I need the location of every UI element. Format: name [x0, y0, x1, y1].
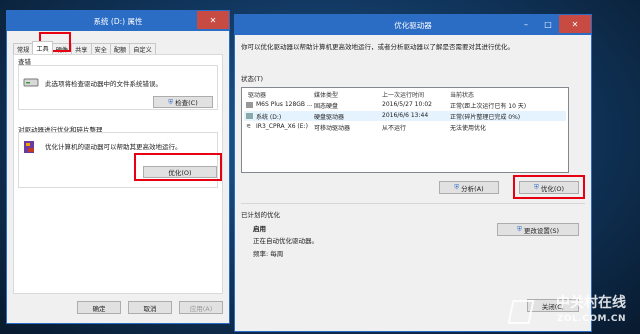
- col-last-run[interactable]: 上一次运行时间: [382, 90, 424, 99]
- tab-quota[interactable]: 配额: [109, 43, 131, 54]
- status-label: 状态(T): [241, 75, 264, 83]
- check-group: 此选项将检查驱动器中的文件系统错误。 ⛨ 检查(C): [18, 65, 218, 110]
- scheduled-frequency: 频率: 每周: [253, 250, 284, 258]
- properties-titlebar: 系统 (D:) 属性 ✕: [7, 11, 229, 31]
- ok-button[interactable]: 确定: [77, 301, 121, 314]
- watermark-brand: 中关村在线: [556, 295, 626, 311]
- scheduled-description: 正在自动优化驱动器。: [253, 237, 318, 245]
- ssd-icon: [246, 102, 253, 108]
- table-row[interactable]: 系统 (D:) 硬盘驱动器 2016/6/6 13:44 正常(碎片整理已完成 …: [244, 111, 566, 121]
- optimize-description: 优化计算机的驱动器可以帮助其更高效地运行。: [45, 143, 182, 151]
- analyze-button-label: 分析(A): [461, 184, 484, 193]
- drive-status: 无法使用优化: [450, 125, 487, 132]
- watermark-site: ZOL.COM.CN: [556, 314, 626, 324]
- check-button-label: 检查(C): [175, 99, 198, 107]
- cancel-button[interactable]: 取消: [128, 301, 172, 314]
- apply-button[interactable]: 应用(A): [179, 301, 223, 314]
- drive-name: M6S Plus 128GB ...: [256, 101, 313, 108]
- hdd-icon: [246, 113, 253, 119]
- check-description: 此选项将检查驱动器中的文件系统错误。: [45, 80, 162, 88]
- analyze-button[interactable]: ⛨ 分析(A): [439, 181, 499, 194]
- zol-logo: [507, 300, 535, 324]
- drive-icon: [23, 78, 39, 87]
- optimize-button-highlight: [134, 153, 222, 181]
- tab-customize[interactable]: 自定义: [129, 43, 156, 54]
- drive-table: 驱动器 媒体类型 上一次运行时间 当前状态 M6S Plus 128GB ...…: [241, 87, 569, 173]
- watermark: 中关村在线 ZOL.COM.CN: [476, 284, 626, 324]
- properties-title: 系统 (D:) 属性: [93, 16, 143, 26]
- change-settings-button[interactable]: ⛨ 更改设置(S): [497, 223, 579, 236]
- tab-general[interactable]: 常规: [13, 43, 34, 54]
- tab-security[interactable]: 安全: [90, 43, 111, 54]
- drive-name: IR3_CPRA_X6 (E:): [256, 123, 308, 130]
- col-status[interactable]: 当前状态: [450, 90, 474, 99]
- optimize-drive-button-highlight: [513, 175, 585, 199]
- change-settings-label: 更改设置(S): [523, 226, 560, 235]
- tools-panel: 查错 此选项将检查驱动器中的文件系统错误。 ⛨ 检查(C) 对驱动器进行优化和碎…: [13, 54, 223, 294]
- drive-last-run: 从不运行: [382, 125, 407, 132]
- tab-sharing[interactable]: 共享: [71, 43, 92, 54]
- col-drive[interactable]: 驱动器: [248, 90, 266, 99]
- drive-status: 正常(碎片整理已完成 0%): [450, 114, 521, 121]
- col-media[interactable]: 媒体类型: [314, 90, 338, 99]
- drive-status: 正常(距上次运行已有 10 天): [450, 103, 527, 110]
- table-row[interactable]: ⚟ IR3_CPRA_X6 (E:) 可移动驱动器 从不运行 无法使用优化: [244, 122, 566, 132]
- table-row[interactable]: M6S Plus 128GB ... 固态硬盘 2016/5/27 10:02 …: [244, 100, 566, 110]
- intro-text: 你可以优化驱动器以帮助计算机更高效地运行，或者分析驱动器以了解是否需要对其进行优…: [241, 43, 514, 51]
- shield-icon: ⛨: [168, 97, 174, 106]
- maximize-icon[interactable]: □: [537, 15, 559, 33]
- divider: [241, 203, 585, 204]
- check-button[interactable]: ⛨ 检查(C): [153, 96, 213, 108]
- drive-media: 硬盘驱动器: [314, 114, 345, 121]
- analyze-shield-icon: ⛨: [454, 183, 460, 191]
- close-icon[interactable]: ✕: [197, 11, 229, 29]
- drive-last-run: 2016/5/27 10:02: [382, 101, 432, 108]
- drive-name: 系统 (D:): [256, 114, 282, 121]
- scheduled-heading: 已计划的优化: [241, 211, 280, 219]
- settings-shield-icon: ⛨: [516, 225, 522, 233]
- minimize-icon[interactable]: –: [515, 15, 537, 33]
- drive-media: 固态硬盘: [314, 103, 339, 110]
- usb-icon: ⚟: [246, 123, 252, 130]
- tab-tools[interactable]: 工具: [32, 41, 53, 54]
- properties-window: 系统 (D:) 属性 ✕ 常规 工具 硬件 共享 安全 配额 自定义 查错 此选…: [6, 10, 230, 324]
- drive-media: 可移动驱动器: [314, 125, 351, 132]
- scheduled-state: 启用: [253, 225, 266, 233]
- optimize-titlebar: 优化驱动器 – □ ✕: [235, 15, 591, 35]
- window-close-icon[interactable]: ✕: [559, 15, 591, 33]
- defrag-icon: [24, 141, 34, 153]
- drive-last-run: 2016/6/6 13:44: [382, 112, 429, 119]
